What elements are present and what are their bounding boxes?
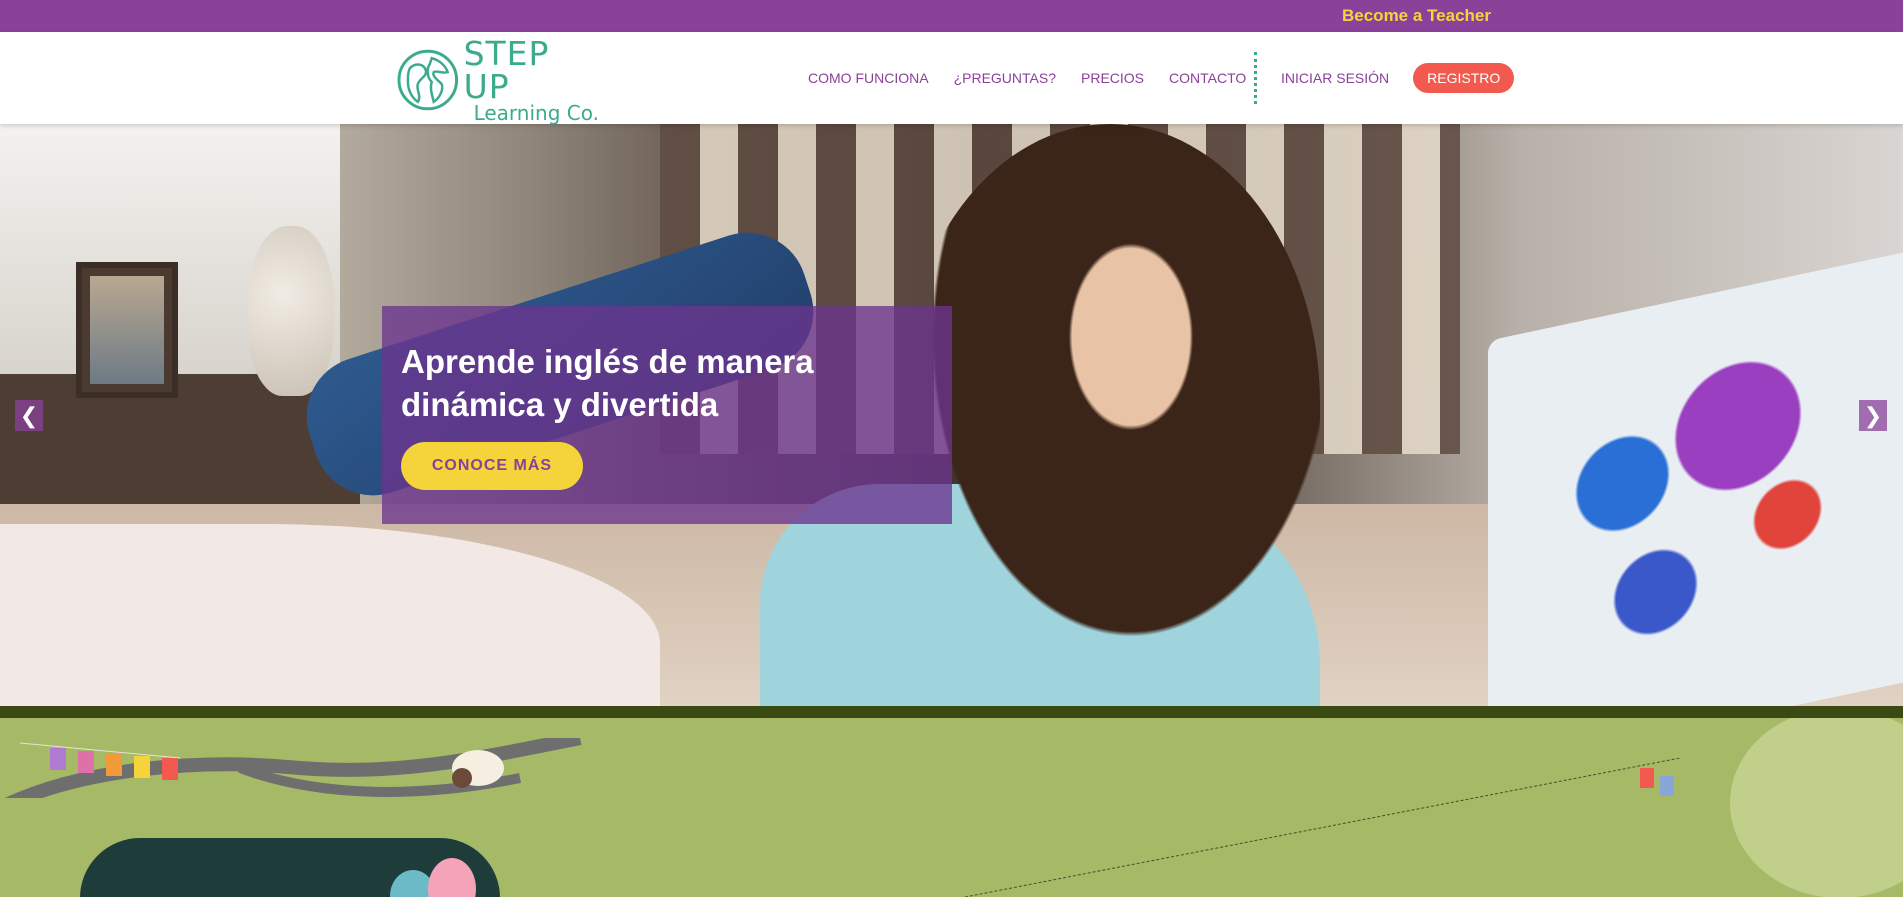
hero-caption: Aprende inglés de manera dinámica y dive…	[382, 306, 952, 524]
hero-bg-vase	[248, 226, 334, 396]
nav-precios[interactable]: PRECIOS	[1081, 70, 1144, 86]
hero-bg-laptop-map	[1540, 298, 1870, 700]
become-teacher-link[interactable]: Become a Teacher	[1342, 6, 1491, 26]
section-divider-band	[0, 706, 1903, 718]
register-button[interactable]: REGISTRO	[1413, 63, 1515, 93]
illustration-section	[0, 718, 1903, 897]
tree-illustration-right	[1730, 718, 1903, 897]
hero-carousel: Aprende inglés de manera dinámica y dive…	[0, 124, 1903, 706]
login-link[interactable]: INICIAR SESIÓN	[1281, 70, 1389, 86]
hero-title: Aprende inglés de manera dinámica y dive…	[401, 343, 814, 423]
logo-line1: STEP UP	[463, 34, 550, 106]
logo[interactable]: STEP UP Learning Co.	[396, 37, 606, 123]
site-header: STEP UP Learning Co. COMO FUNCIONA ¿PREG…	[0, 32, 1903, 124]
logo-line2: Learning Co.	[473, 101, 599, 125]
nav-como-funciona[interactable]: COMO FUNCIONA	[808, 70, 929, 86]
account-nav: INICIAR SESIÓN REGISTRO	[1281, 32, 1515, 124]
nav-divider	[1254, 52, 1257, 104]
tree-branch-illustration	[4, 738, 582, 798]
top-bar: Become a Teacher	[0, 0, 1903, 32]
carousel-next-arrow-icon[interactable]: ❯	[1859, 400, 1887, 431]
bunting-line-illustration	[962, 758, 1680, 897]
conoce-mas-button[interactable]: CONOCE MÁS	[401, 442, 583, 490]
globe-icon	[397, 49, 459, 111]
carousel-prev-arrow-icon[interactable]: ❮	[15, 400, 43, 431]
nav-preguntas[interactable]: ¿PREGUNTAS?	[954, 70, 1056, 86]
main-nav: COMO FUNCIONA ¿PREGUNTAS? PRECIOS CONTAC…	[808, 32, 1271, 124]
nav-contacto[interactable]: CONTACTO	[1169, 70, 1246, 86]
hero-bg-girl	[900, 124, 1320, 684]
hero-bg-photo-frame	[76, 262, 178, 398]
